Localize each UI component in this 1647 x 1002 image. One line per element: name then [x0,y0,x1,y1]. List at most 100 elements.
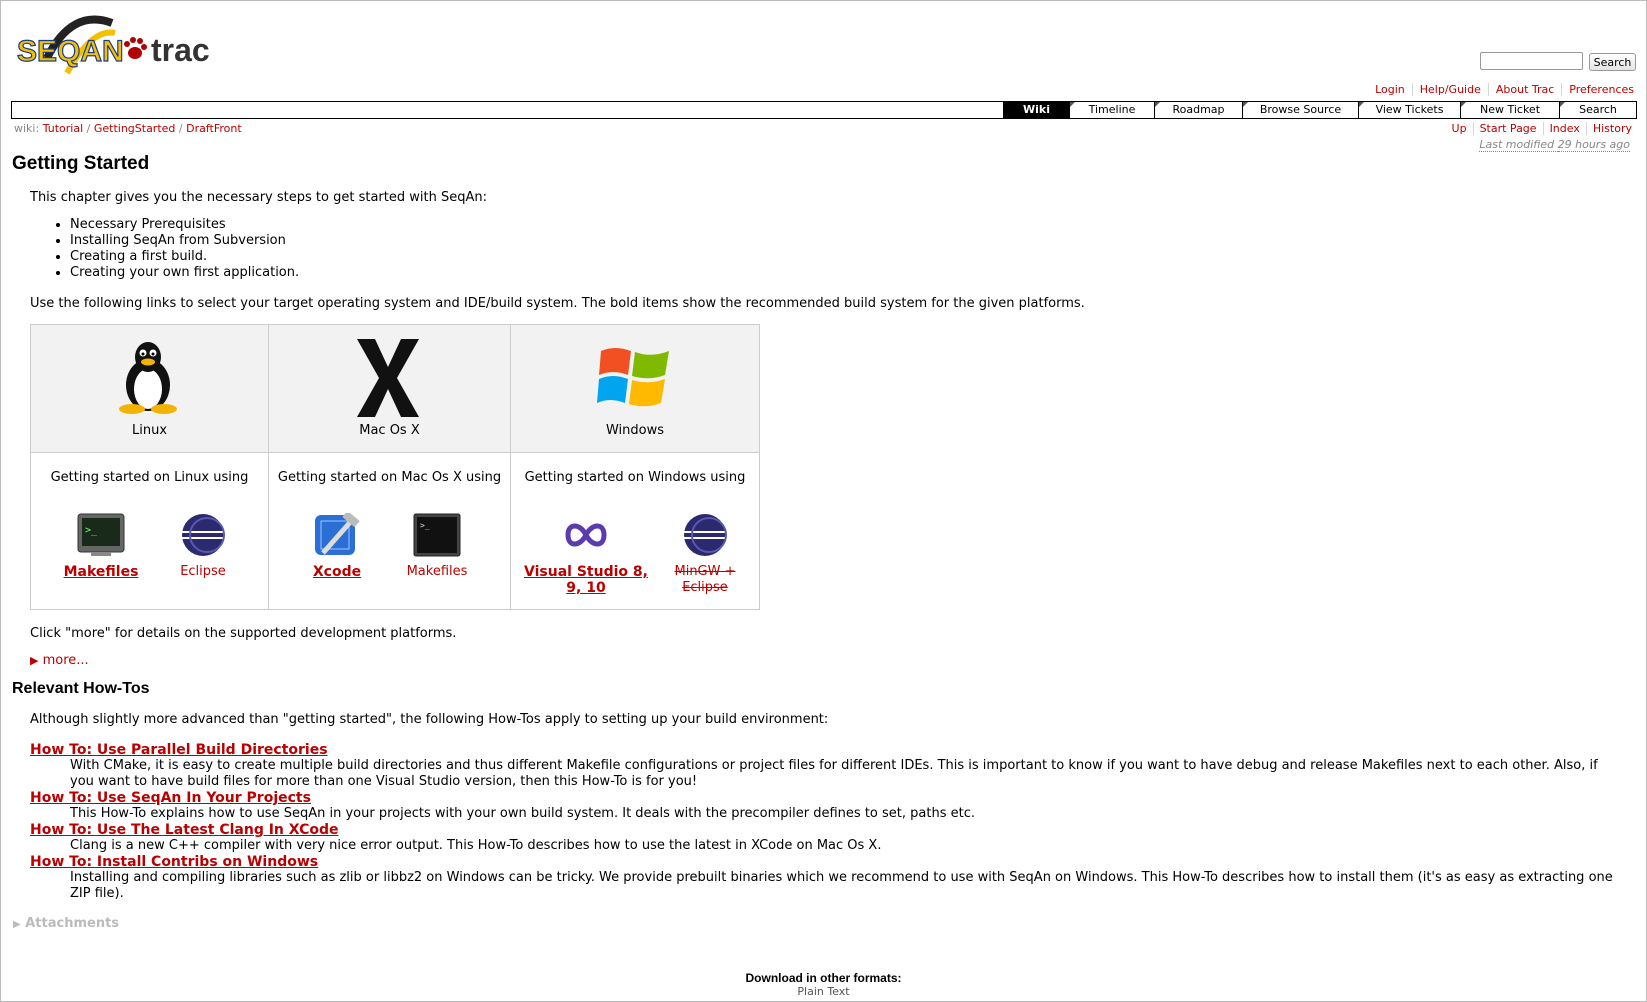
login-link[interactable]: Login [1368,83,1412,96]
tab-timeline-label[interactable]: Timeline [1070,102,1154,118]
index-link[interactable]: Index [1542,122,1586,135]
platform-mac: Mac Os X Getting started on Mac Os X usi… [269,325,511,609]
tool-label: Makefiles [406,564,468,579]
tab-search[interactable]: Search [1559,102,1636,118]
search-button[interactable]: Search [1589,53,1636,71]
select-text: Use the following links to select your t… [30,296,1085,311]
windows-icon [597,348,669,407]
platform-header: Linux [31,325,268,453]
platform-linux: Linux Getting started on Linux using >_ … [31,325,269,609]
platform-tools: Getting started on Linux using >_ Makefi… [31,453,268,609]
logo-trac-text: trac [151,32,210,68]
mac-makefiles-link[interactable]: >_ Makefiles [391,513,483,580]
meta-nav: Login Help/Guide About Trac Preferences [1368,83,1634,96]
attachments-toggle[interactable]: ▶ Attachments [13,916,119,931]
about-trac-link[interactable]: About Trac [1487,83,1561,96]
tool-label: Makefiles [63,564,139,580]
download-label: Download in other formats: [745,971,902,985]
platform-using-text: Getting started on Mac Os X using [277,470,502,485]
tool-label: Xcode [312,564,362,580]
up-link[interactable]: Up [1446,122,1473,135]
linux-eclipse-link[interactable]: Eclipse [157,513,249,580]
tab-search-label[interactable]: Search [1560,102,1636,118]
tab-wiki[interactable]: Wiki [1003,102,1069,118]
tab-timeline[interactable]: Timeline [1069,102,1154,118]
linux-makefiles-link[interactable]: >_ Makefiles [55,513,147,580]
main-nav: Wiki Timeline Roadmap Browse Source View… [11,101,1637,119]
tab-view-tickets[interactable]: View Tickets [1358,102,1460,118]
howto-description: Clang is a new C++ compiler with very ni… [70,838,882,853]
more-label: more... [42,653,89,668]
tool-label: Visual Studio 8, 9, 10 [524,564,648,596]
more-note: Click "more" for details on the supporte… [30,626,457,641]
howtos-intro: Although slightly more advanced than "ge… [30,712,829,727]
context-nav: Up Start Page Index History [1446,122,1632,135]
platform-tools: Getting started on Mac Os X using Xcode … [269,453,510,609]
mac-xcode-link[interactable]: Xcode [291,513,383,580]
list-item: Installing SeqAn from Subversion [70,233,299,249]
platform-tools: Getting started on Windows using Visual … [511,453,759,609]
howto-description: This How-To explains how to use SeqAn in… [70,806,975,821]
platforms-table: Linux Getting started on Linux using >_ … [30,324,760,610]
start-page-link[interactable]: Start Page [1472,122,1543,135]
platform-header: Windows [511,325,759,453]
intro-text: This chapter gives you the necessary ste… [30,190,487,205]
history-link[interactable]: History [1585,122,1632,135]
tab-new-ticket[interactable]: New Ticket [1460,102,1559,118]
triangle-right-icon: ▶ [13,919,21,930]
howto-title-link[interactable]: How To: Use The Latest Clang In XCode [30,822,1620,838]
breadcrumb: wiki: Tutorial / GettingStarted / DraftF… [14,122,242,135]
platform-name: Windows [605,423,665,438]
more-toggle[interactable]: ▶ more... [30,653,89,668]
tab-new-ticket-label[interactable]: New Ticket [1461,102,1559,118]
eclipse-icon [684,514,727,556]
breadcrumb-gettingstarted[interactable]: GettingStarted [94,122,176,135]
help-guide-link[interactable]: Help/Guide [1411,83,1488,96]
logo-seqan-text: SEQAN [17,35,124,68]
last-modified: Last modified 29 hours ago [1479,138,1630,152]
tux-icon [119,342,177,414]
tab-roadmap[interactable]: Roadmap [1154,102,1242,118]
howto-title-link[interactable]: How To: Use Parallel Build Directories [30,742,1620,758]
breadcrumb-tutorial[interactable]: Tutorial [43,122,83,135]
xcode-icon [315,513,360,555]
platform-name: Mac Os X [359,423,420,438]
tool-label: MinGW + Eclipse [674,564,736,595]
plain-text-link[interactable]: Plain Text [797,985,849,998]
tool-label: Eclipse [180,564,226,579]
windows-visual-studio-link[interactable]: Visual Studio 8, 9, 10 [517,513,655,596]
howto-title-link[interactable]: How To: Install Contribs on Windows [30,854,1620,870]
tab-view-tickets-label[interactable]: View Tickets [1359,102,1460,118]
breadcrumb-draftfront[interactable]: DraftFront [186,122,242,135]
eclipse-icon [182,514,225,556]
platform-windows: Windows Getting started on Windows using… [511,325,759,609]
last-modified-age[interactable]: 29 hours ago [1557,138,1630,152]
platform-using-text: Getting started on Windows using [524,470,746,485]
windows-mingw-eclipse-link[interactable]: MinGW + Eclipse [657,513,753,596]
search-input[interactable] [1480,52,1583,70]
howto-description: Installing and compiling libraries such … [70,870,1613,901]
tab-wiki-label[interactable]: Wiki [1004,102,1069,118]
mac-os-x-icon [357,339,419,417]
last-modified-prefix: Last modified [1479,138,1558,152]
list-item: Necessary Prerequisites [70,217,299,233]
platform-header: Mac Os X [269,325,510,453]
page-title: Getting Started [12,153,150,174]
howto-description: With CMake, it is easy to create multipl… [70,758,1598,789]
tab-browse-source-label[interactable]: Browse Source [1243,102,1358,118]
list-item: Creating your own first application. [70,265,299,281]
howtos-title: Relevant How-Tos [12,680,150,697]
svg-text:>_: >_ [420,521,430,530]
howtos-list: How To: Use Parallel Build Directories W… [30,742,1620,902]
breadcrumb-prefix: wiki: [14,122,40,135]
attachments-label: Attachments [25,916,120,931]
tab-roadmap-label[interactable]: Roadmap [1155,102,1242,118]
tab-browse-source[interactable]: Browse Source [1242,102,1358,118]
platform-using-text: Getting started on Linux using [50,470,249,485]
platform-name: Linux [131,423,168,438]
svg-text:>_: >_ [85,525,98,536]
prerequisites-list: Necessary Prerequisites Installing SeqAn… [70,217,299,281]
seqan-trac-logo[interactable]: SEQAN trac [16,13,227,83]
preferences-link[interactable]: Preferences [1561,83,1634,96]
howto-title-link[interactable]: How To: Use SeqAn In Your Projects [30,790,1620,806]
